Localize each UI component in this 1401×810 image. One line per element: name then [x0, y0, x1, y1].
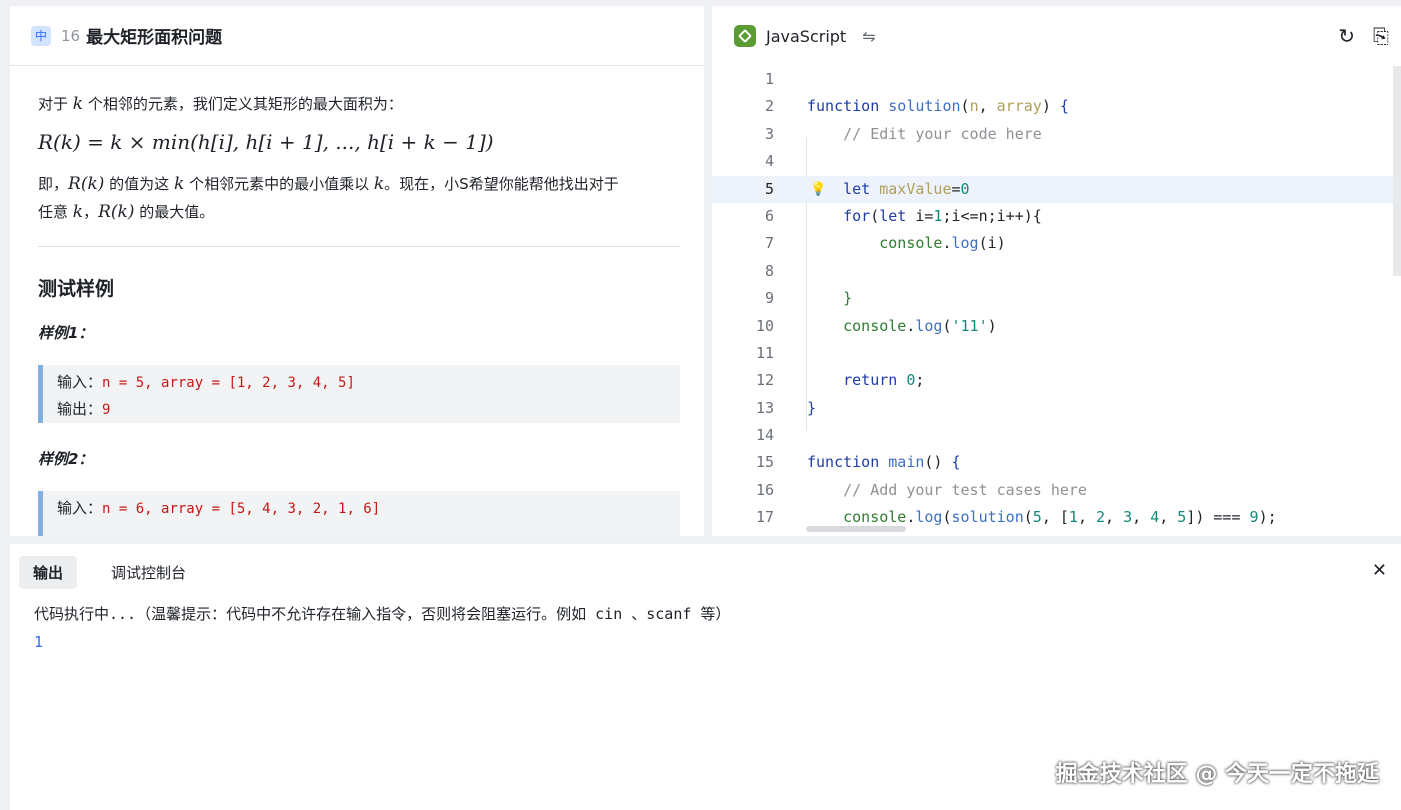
- code-line: 6 for(let i=1;i<=n;i++){: [764, 206, 1042, 225]
- problem-description: 对于 k 个相邻的元素，我们定义其矩形的最大面积为： R(k) = k × mi…: [10, 66, 704, 536]
- sample-label: 样例1：: [38, 324, 94, 342]
- problem-title: 最大矩形面积问题: [86, 28, 223, 48]
- output-tabs: 输出 调试控制台 ✕: [10, 544, 1401, 600]
- problem-number: 16: [61, 26, 81, 45]
- sample-output: 9: [102, 402, 111, 418]
- divider: [38, 246, 680, 247]
- editor-header: JavaScript ⇋ ↻ ⎘: [712, 6, 1401, 66]
- code-line: 2 function solution(n, array) {: [764, 97, 1069, 116]
- formula: R(k) = k × min(h[i], h[i + 1], ..., h[i …: [38, 130, 494, 154]
- sample-box: 输入：n = 5, array = [1, 2, 3, 4, 5] 输出：9: [38, 365, 680, 423]
- problem-header: 中 16 最大矩形面积问题: [10, 6, 704, 66]
- sample-box: 输入：n = 6, array = [5, 4, 3, 2, 1, 6]: [38, 491, 680, 536]
- code-line: 4: [764, 152, 774, 171]
- problem-panel: 中 16 最大矩形面积问题 对于 k 个相邻的元素，我们定义其矩形的最大面积为：…: [10, 6, 704, 536]
- code-line: 16 // Add your test cases here: [755, 480, 1087, 499]
- horizontal-scrollbar[interactable]: [806, 526, 906, 532]
- code-line: 7 console.log(i): [764, 234, 1006, 253]
- swap-icon[interactable]: ⇋: [862, 27, 875, 46]
- sample-label: 样例2：: [38, 450, 94, 468]
- tab-debug-console[interactable]: 调试控制台: [97, 556, 200, 589]
- intro-text: 对于 k 个相邻的元素，我们定义其矩形的最大面积为：: [38, 94, 403, 114]
- code-line: 3 // Edit your code here: [764, 124, 1042, 143]
- code-line: 12 return 0;: [755, 371, 925, 390]
- code-line: 14: [755, 426, 774, 445]
- sample-input: n = 5, array = [1, 2, 3, 4, 5]: [102, 375, 355, 391]
- reset-icon[interactable]: ↻: [1338, 24, 1355, 48]
- difficulty-badge: 中: [31, 25, 51, 46]
- nodejs-icon: [734, 25, 756, 47]
- close-icon[interactable]: ✕: [1372, 560, 1387, 581]
- code-line: 10 console.log('11'): [755, 316, 997, 335]
- code-line: 13}: [755, 398, 817, 417]
- language-selector[interactable]: JavaScript: [766, 27, 846, 46]
- format-icon[interactable]: ⎘: [1373, 24, 1389, 48]
- desc-text: 即，R(k) 的值为这 k 个相邻元素中的最小值乘以 k。现在，小S希望你能帮他…: [38, 174, 619, 222]
- vertical-scrollbar[interactable]: [1393, 66, 1401, 276]
- tab-output[interactable]: 输出: [19, 555, 78, 589]
- code-line: 1: [764, 70, 774, 88]
- watermark: 掘金技术社区 @ 今天一定不拖延: [1055, 762, 1379, 787]
- sample-input: n = 6, array = [5, 4, 3, 2, 1, 6]: [102, 501, 381, 517]
- section-title: 测试样例: [38, 278, 115, 300]
- code-line-active: 5 💡 let maxValue=0: [712, 175, 1401, 203]
- output-message: 代码执行中...（温馨提示：代码中不允许存在输入指令，否则将会阻塞运行。例如 c…: [34, 605, 731, 623]
- code-line: 15 function main() {: [755, 453, 961, 472]
- code-editor[interactable]: 1 2 function solution(n, array) { 3 // Ed…: [712, 66, 1401, 536]
- code-line: 9 }: [764, 289, 853, 308]
- code-line: 8: [764, 261, 774, 280]
- output-result: 1: [34, 633, 44, 651]
- lightbulb-icon[interactable]: 💡: [810, 176, 826, 203]
- editor-panel: JavaScript ⇋ ↻ ⎘ 1 2 function solution(n,…: [712, 6, 1401, 536]
- code-line: 11: [755, 343, 774, 362]
